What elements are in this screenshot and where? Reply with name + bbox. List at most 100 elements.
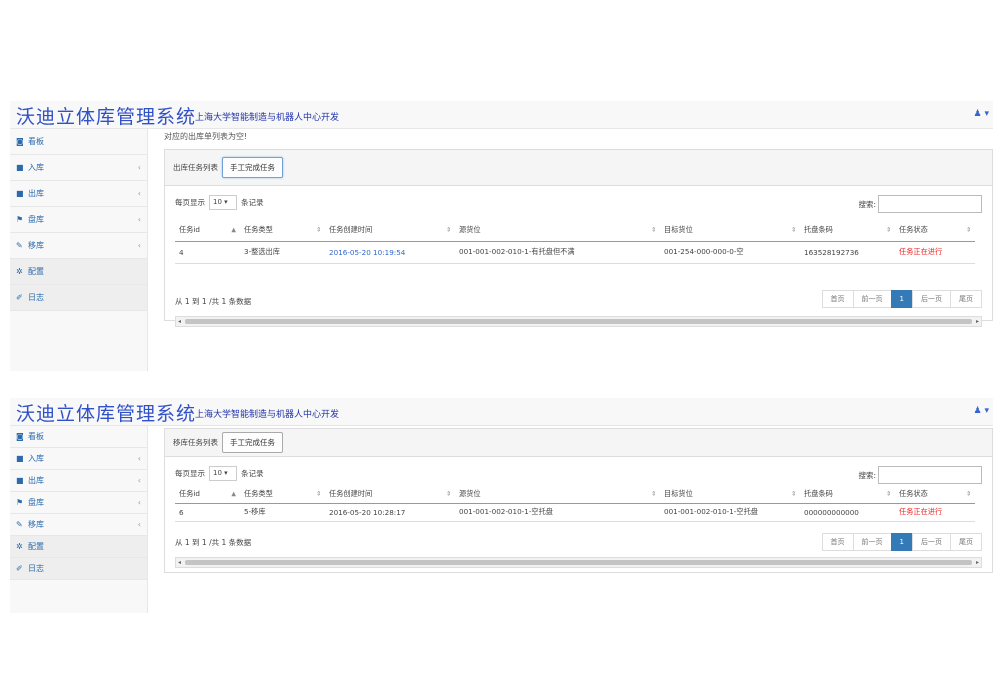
- top-navbar: 沃迪立体库管理系统 上海大学智能制造与机器人中心开发 ♟ ▾: [10, 398, 993, 426]
- next-page-button[interactable]: 后一页: [912, 290, 951, 308]
- sort-icon: ⇕: [315, 226, 321, 234]
- last-page-button[interactable]: 尾页: [950, 290, 982, 308]
- length-prefix: 每页显示: [175, 469, 205, 478]
- column-header-source-location[interactable]: 源货位 ⇕: [455, 485, 660, 504]
- page-1-button[interactable]: 1: [890, 290, 913, 308]
- column-header-task-status[interactable]: 任务状态 ⇕: [895, 220, 975, 242]
- column-header-pallet-code[interactable]: 托盘条码 ⇕: [800, 485, 895, 504]
- app-title[interactable]: 沃迪立体库管理系统: [16, 102, 196, 129]
- sidebar-item-label: 配置: [28, 267, 44, 276]
- table-info: 从 1 到 1 /共 1 条数据: [175, 297, 252, 306]
- prev-page-button[interactable]: 前一页: [852, 290, 892, 308]
- user-menu[interactable]: ♟ ▾: [974, 406, 989, 416]
- last-page-button[interactable]: 尾页: [950, 533, 982, 551]
- table-info: 从 1 到 1 /共 1 条数据: [175, 538, 252, 547]
- user-icon: ♟: [973, 406, 982, 416]
- prev-page-button[interactable]: 前一页: [852, 533, 892, 551]
- search-input[interactable]: [878, 195, 982, 213]
- sidebar-item-label: 盘库: [28, 215, 44, 224]
- column-header-task-type[interactable]: 任务类型 ⇕: [240, 220, 325, 242]
- sidebar-item-transfer[interactable]: ✎ 移库 ‹: [10, 233, 147, 259]
- user-icon: ♟: [973, 109, 982, 119]
- sidebar-item-label: 盘库: [28, 498, 44, 507]
- gear-icon: ✲: [16, 267, 23, 276]
- cell-source-location: 001-001-002-010-1-空托盘: [455, 503, 660, 522]
- scroll-left-icon[interactable]: ◂: [178, 317, 181, 326]
- page-1-button[interactable]: 1: [890, 533, 913, 551]
- column-header-pallet-code[interactable]: 托盘条码 ⇕: [800, 220, 895, 242]
- edit-log-icon: ✐: [16, 564, 23, 573]
- column-label: 托盘条码: [804, 488, 833, 498]
- scroll-left-icon[interactable]: ◂: [178, 558, 181, 567]
- outbound-icon: ■: [16, 476, 24, 485]
- scroll-right-icon[interactable]: ▸: [976, 317, 979, 326]
- page-length-control: 每页显示 10 ▾ 条记录: [175, 195, 264, 210]
- column-header-target-location[interactable]: 目标货位 ⇕: [660, 485, 800, 504]
- sidebar-item-config[interactable]: ✲ 配置: [10, 536, 147, 558]
- sidebar-item-label: 入库: [28, 454, 44, 463]
- page-length-select[interactable]: 10 ▾: [209, 195, 237, 210]
- top-navbar: 沃迪立体库管理系统 上海大学智能制造与机器人中心开发 ♟ ▾: [10, 101, 993, 129]
- column-label: 任务状态: [899, 225, 928, 235]
- column-label: 目标货位: [664, 225, 693, 235]
- scroll-right-icon[interactable]: ▸: [976, 558, 979, 567]
- column-label: 源货位: [459, 488, 481, 498]
- cell-task-status: 任务正在进行: [895, 241, 975, 264]
- column-header-task-id[interactable]: 任务id ▲: [175, 485, 240, 504]
- app-title[interactable]: 沃迪立体库管理系统: [16, 399, 196, 426]
- finish-task-button[interactable]: 手工完成任务: [222, 157, 283, 178]
- sidebar-item-dashboard[interactable]: ◙ 看板: [10, 129, 147, 155]
- sidebar-item-log[interactable]: ✐ 日志: [10, 558, 147, 580]
- cell-created-time[interactable]: 2016-05-20 10:19:54: [325, 241, 455, 264]
- sidebar-item-outbound[interactable]: ■ 出库 ‹: [10, 181, 147, 207]
- column-header-created-time[interactable]: 任务创建时间 ⇕: [325, 485, 455, 504]
- sidebar-item-config[interactable]: ✲ 配置: [10, 259, 147, 285]
- page-length-select[interactable]: 10 ▾: [209, 466, 237, 481]
- sidebar-item-stocktake[interactable]: ⚑ 盘库 ‹: [10, 207, 147, 233]
- sidebar-item-outbound[interactable]: ■ 出库 ‹: [10, 470, 147, 492]
- sidebar-item-stocktake[interactable]: ⚑ 盘库 ‹: [10, 492, 147, 514]
- search-input[interactable]: [878, 466, 982, 484]
- user-menu[interactable]: ♟ ▾: [974, 109, 989, 119]
- sort-icon: ⇕: [965, 226, 971, 234]
- table-row[interactable]: 6 5-移库 2016-05-20 10:28:17 001-001-002-0…: [175, 503, 975, 522]
- column-header-target-location[interactable]: 目标货位 ⇕: [660, 220, 800, 242]
- sidebar-item-dashboard[interactable]: ◙ 看板: [10, 426, 147, 448]
- scroll-thumb[interactable]: [185, 319, 972, 324]
- horizontal-scrollbar[interactable]: ◂ ▸: [175, 557, 982, 568]
- next-page-button[interactable]: 后一页: [912, 533, 951, 551]
- first-page-button[interactable]: 首页: [821, 290, 854, 308]
- table-row[interactable]: 4 3-整选出库 2016-05-20 10:19:54 001-001-002…: [175, 241, 975, 264]
- chevron-left-icon: ‹: [137, 454, 141, 463]
- cell-task-status: 任务正在进行: [895, 503, 975, 522]
- sort-asc-icon: ▲: [231, 490, 236, 498]
- panel-header: 移库任务列表 手工完成任务: [165, 429, 992, 457]
- task-table: 任务id ▲ 任务类型 ⇕ 任务创建时间 ⇕ 源货位 ⇕ 目标货位 ⇕ 托盘条码 ⇕ 任务状…: [175, 220, 975, 264]
- finish-task-button[interactable]: 手工完成任务: [222, 432, 283, 453]
- column-header-created-time[interactable]: 任务创建时间 ⇕: [325, 220, 455, 242]
- horizontal-scrollbar[interactable]: ◂ ▸: [175, 316, 982, 327]
- table-toolbar: 每页显示 10 ▾ 条记录 搜索:: [165, 186, 992, 214]
- column-label: 托盘条码: [804, 225, 833, 235]
- sidebar-item-inbound[interactable]: ■ 入库 ‹: [10, 155, 147, 181]
- sidebar-item-log[interactable]: ✐ 日志: [10, 285, 147, 311]
- sidebar-item-transfer[interactable]: ✎ 移库 ‹: [10, 514, 147, 536]
- column-label: 任务状态: [899, 488, 928, 498]
- chevron-left-icon: ‹: [137, 520, 141, 529]
- sidebar: ◙ 看板 ■ 入库 ‹ ■ 出库 ‹ ⚑ 盘库 ‹ ✎ 移库 ‹ ✲ 配置 ✐ 日志: [10, 129, 148, 371]
- app-subtitle: 上海大学智能制造与机器人中心开发: [195, 113, 340, 123]
- scroll-thumb[interactable]: [185, 560, 972, 565]
- chevron-down-icon: ▾: [984, 109, 989, 119]
- task-panel: 移库任务列表 手工完成任务 每页显示 10 ▾ 条记录 搜索: 任务id ▲ 任务…: [164, 428, 993, 573]
- column-header-source-location[interactable]: 源货位 ⇕: [455, 220, 660, 242]
- column-header-task-id[interactable]: 任务id ▲: [175, 220, 240, 242]
- column-header-task-type[interactable]: 任务类型 ⇕: [240, 485, 325, 504]
- column-header-task-status[interactable]: 任务状态 ⇕: [895, 485, 975, 504]
- sidebar-item-label: 出库: [28, 189, 44, 198]
- pencil-icon: ✎: [16, 241, 23, 250]
- sidebar-item-inbound[interactable]: ■ 入库 ‹: [10, 448, 147, 470]
- sort-icon: ⇕: [445, 226, 451, 234]
- first-page-button[interactable]: 首页: [821, 533, 854, 551]
- column-label: 任务创建时间: [329, 225, 373, 235]
- cell-pallet-code: 163528192736: [800, 241, 895, 264]
